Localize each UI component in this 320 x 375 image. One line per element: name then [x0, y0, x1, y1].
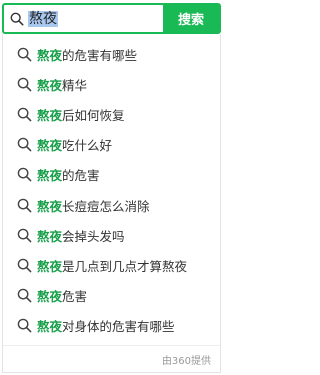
search-icon — [10, 12, 24, 25]
suggestion-dropdown: 熬夜 的危害有哪些 熬夜 精华 熬夜 后如何恢复 熬夜 吃什么好 熬夜 的危害 熬夜 长痘痘怎么消除熬… — [2, 34, 221, 373]
suggestion-keyword: 熬夜 — [37, 168, 63, 184]
suggestion-suffix: 长痘痘怎么消除 — [62, 198, 150, 214]
suggestion-item[interactable]: 熬夜 的危害 — [3, 160, 220, 190]
search-icon — [17, 198, 32, 212]
suggestion-item[interactable]: 熬夜 吃什么好 — [3, 130, 220, 160]
suggestion-keyword: 熬夜 — [37, 228, 63, 244]
provider-text: 由360提供 — [161, 355, 211, 367]
suggestion-item[interactable]: 熬夜 长痘痘怎么消除 — [3, 190, 220, 220]
suggestion-suffix: 精华 — [62, 77, 88, 93]
suggestion-suffix: 危害 — [62, 289, 88, 305]
suggestion-keyword: 熬夜 — [37, 47, 63, 63]
search-icon — [17, 288, 32, 303]
suggestion-item[interactable]: 熬夜 危害 — [3, 281, 220, 311]
suggestion-keyword: 熬夜 — [37, 289, 63, 305]
suggestion-list: 熬夜 的危害有哪些 熬夜 精华 熬夜 后如何恢复 熬夜 吃什么好 熬夜 的危害 熬夜 长痘痘怎么消除熬… — [3, 39, 220, 341]
suggestion-keyword: 熬夜 — [37, 258, 63, 274]
search-icon — [17, 258, 32, 273]
suggestion-item[interactable]: 熬夜 是几点到几点才算熬夜 — [3, 250, 220, 280]
search-icon — [17, 168, 32, 182]
suggestion-keyword: 熬夜 — [37, 319, 63, 335]
suggestion-keyword: 熬夜 — [37, 138, 63, 154]
suggestion-suffix: 的危害有哪些 — [62, 47, 138, 63]
suggestion-item[interactable]: 熬夜 精华 — [3, 69, 220, 99]
search-box[interactable]: 熬夜 搜索 — [2, 3, 221, 34]
suggestion-suffix: 对身体的危害有哪些 — [62, 319, 175, 335]
search-icon — [17, 47, 32, 61]
suggestion-item[interactable]: 熬夜 对身体的危害有哪些 — [3, 311, 220, 341]
suggestion-suffix: 会掉头发吗 — [62, 228, 125, 244]
suggestion-suffix: 的危害 — [62, 168, 100, 184]
search-icon — [17, 77, 32, 92]
search-icon — [17, 107, 32, 122]
suggestion-item[interactable]: 熬夜 会掉头发吗 — [3, 220, 220, 250]
suggestion-keyword: 熬夜 — [37, 107, 63, 123]
suggestion-keyword: 熬夜 — [37, 77, 63, 93]
suggestion-suffix: 是几点到几点才算熬夜 — [62, 258, 188, 274]
suggestion-item[interactable]: 熬夜 后如何恢复 — [3, 99, 220, 129]
suggestion-suffix: 吃什么好 — [62, 138, 113, 154]
search-button[interactable]: 搜索 — [163, 5, 219, 32]
search-icon — [17, 137, 32, 152]
suggestion-keyword: 熬夜 — [37, 198, 63, 214]
suggestion-suffix: 后如何恢复 — [62, 107, 125, 123]
search-icon — [17, 318, 32, 333]
search-icon — [17, 228, 32, 243]
suggestion-item[interactable]: 熬夜 的危害有哪些 — [3, 39, 220, 69]
provider-footer: 由360提供 — [3, 345, 220, 372]
search-input[interactable]: 熬夜 — [28, 10, 58, 27]
